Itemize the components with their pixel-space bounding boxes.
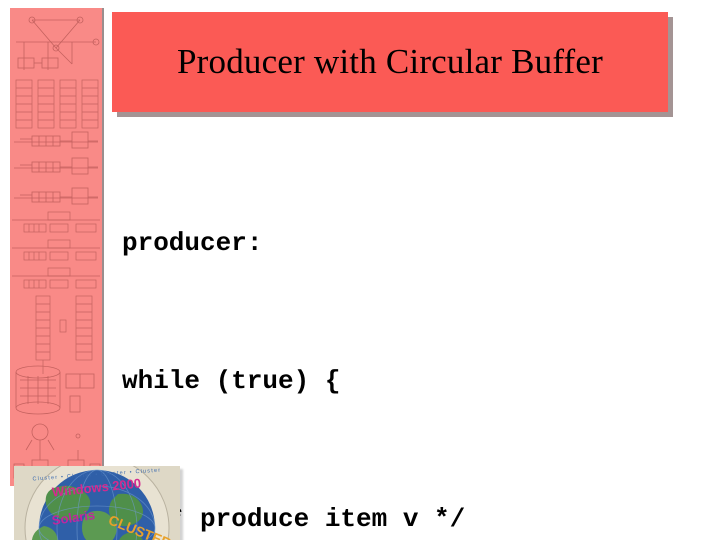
code-line: /* produce item v */ [122, 504, 466, 534]
presentation-slide: Producer with Circular Buffer producer: … [0, 0, 720, 540]
code-block: producer: while (true) { /* produce item… [122, 128, 692, 540]
corner-logo: Windows 2000 Solaris CLUSTER Cluster • C… [14, 466, 180, 540]
page-title: Producer with Circular Buffer [176, 41, 603, 81]
code-line: producer: [122, 228, 263, 258]
decorative-schematic-sidebar [10, 8, 104, 486]
cd-globe-logo-icon: Windows 2000 Solaris CLUSTER Cluster • C… [14, 466, 180, 540]
title-banner: Producer with Circular Buffer [112, 12, 668, 112]
schematic-diagram-icon [12, 16, 101, 479]
code-line: while (true) { [122, 366, 341, 396]
